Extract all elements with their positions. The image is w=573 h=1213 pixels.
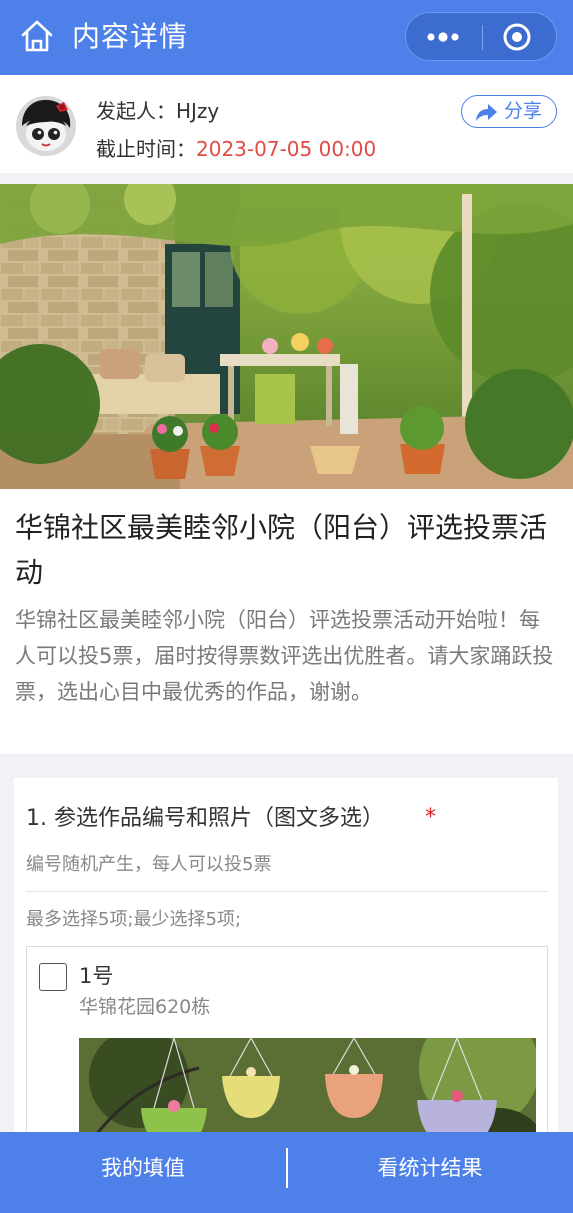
- capsule-divider: [482, 25, 483, 50]
- vote-content: 华锦社区最美睦邻小院（阳台）评选投票活动 华锦社区最美睦邻小院（阳台）评选投票活…: [0, 489, 573, 754]
- page-title: 内容详情: [72, 20, 189, 53]
- required-mark: *: [425, 805, 436, 830]
- bottom-action-bar: 我的填值 看统计结果: [0, 1132, 573, 1213]
- vote-description: 华锦社区最美睦邻小院（阳台）评选投票活动开始啦！每人可以投5票，届时按得票数评选…: [15, 608, 554, 704]
- deadline-value: 2023-07-05 00:00: [196, 137, 377, 161]
- view-results-button[interactable]: 看统计结果: [287, 1132, 573, 1213]
- divider: [26, 891, 548, 892]
- share-arrow-icon: [476, 104, 497, 121]
- home-icon[interactable]: [19, 18, 55, 54]
- selection-limit: 最多选择5项;最少选择5项;: [26, 909, 242, 930]
- top-navigation-bar: 内容详情: [0, 0, 573, 75]
- mini-program-capsule: [405, 12, 557, 61]
- more-dots-icon[interactable]: [416, 13, 476, 62]
- option-label: 1号: [79, 964, 114, 988]
- question-title: 1. 参选作品编号和照片（图文多选）: [26, 806, 384, 831]
- share-label: 分享: [504, 100, 543, 122]
- deadline-label: 截止时间：: [96, 137, 196, 161]
- avatar: [16, 96, 76, 156]
- vote-info-header: 发起人：HJzy 截止时间：2023-07-05 00:00 分享: [0, 75, 573, 173]
- my-entry-button[interactable]: 我的填值: [0, 1132, 286, 1213]
- question-hint: 编号随机产生，每人可以投5票: [26, 854, 272, 875]
- initiator-text: 发起人：HJzy: [96, 99, 220, 123]
- deadline-text: 截止时间：2023-07-05 00:00: [96, 135, 376, 163]
- option-checkbox[interactable]: [39, 963, 67, 991]
- option-subtitle: 华锦花园620栋: [79, 996, 211, 1018]
- banner-garden-photo: [0, 184, 573, 489]
- vote-title: 华锦社区最美睦邻小院（阳台）评选投票活动: [15, 511, 548, 589]
- mini-program-close-icon[interactable]: [502, 22, 532, 52]
- share-button[interactable]: 分享: [461, 95, 557, 128]
